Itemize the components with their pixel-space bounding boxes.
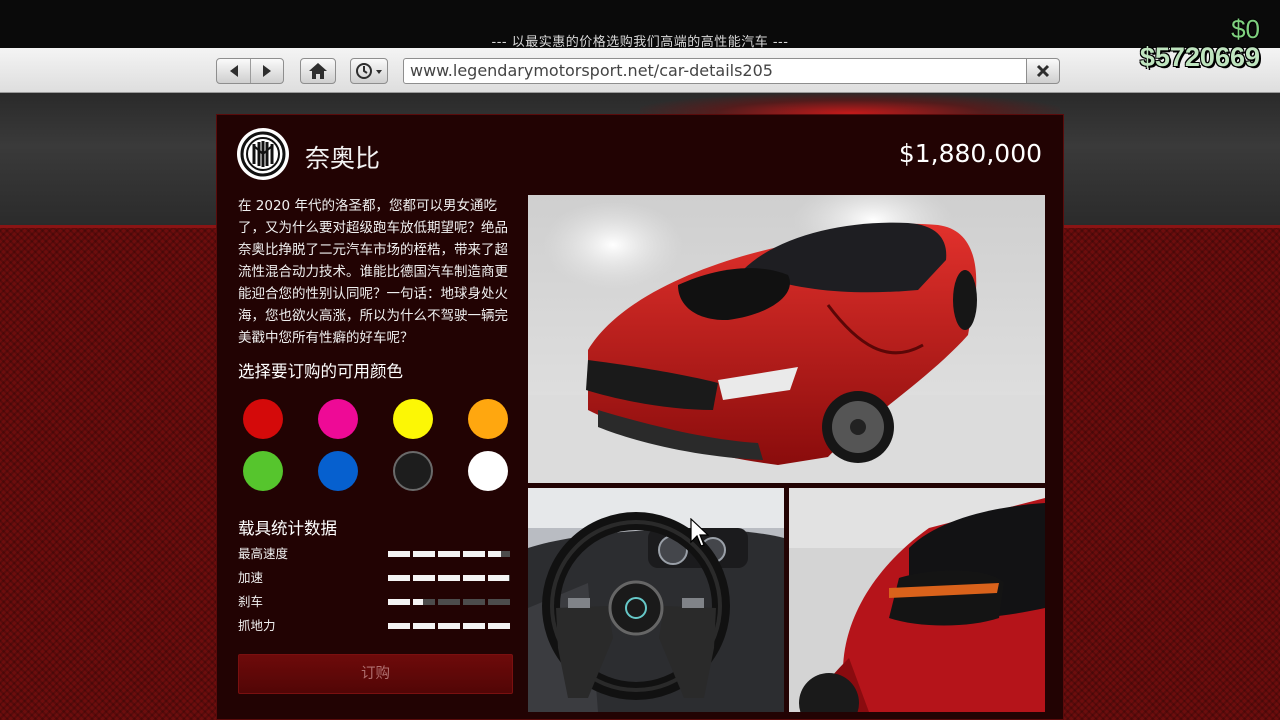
vehicle-photo-interior[interactable]	[528, 488, 784, 712]
browser-toolbar: www.legendarymotorsport.net/car-details2…	[0, 48, 1280, 93]
color-swatch-magenta[interactable]	[318, 399, 358, 439]
forward-arrow-icon	[263, 65, 271, 77]
home-icon	[309, 63, 327, 79]
url-input[interactable]: www.legendarymotorsport.net/car-details2…	[403, 58, 1027, 84]
color-swatch-yellow[interactable]	[393, 399, 433, 439]
color-swatch-black[interactable]	[393, 451, 433, 491]
manufacturer-logo	[237, 128, 289, 180]
stat-row: 刹车	[238, 593, 513, 611]
home-button[interactable]	[300, 58, 336, 84]
colors-heading: 选择要订购的可用颜色	[238, 362, 403, 381]
close-icon	[1036, 64, 1050, 78]
stat-row: 抓地力	[238, 617, 513, 635]
color-swatch-blue[interactable]	[318, 451, 358, 491]
stat-label: 最高速度	[238, 546, 289, 561]
order-button[interactable]: 订购	[238, 654, 513, 694]
vehicle-details-panel: 奈奥比 $1,880,000 在 2020 年代的洛圣都，您都可以男女通吃了，又…	[216, 114, 1064, 720]
back-arrow-icon	[229, 65, 238, 77]
stat-bar	[388, 575, 513, 581]
bank-amount: $5720669	[1139, 42, 1260, 72]
stat-row: 加速	[238, 569, 513, 587]
vehicle-description: 在 2020 年代的洛圣都，您都可以男女通吃了，又为什么要对超级跑车放低期望呢？…	[238, 198, 508, 346]
brand-emblem-icon	[240, 131, 286, 177]
stat-row: 最高速度	[238, 545, 513, 563]
stat-label: 刹车	[238, 594, 264, 609]
color-swatch-green[interactable]	[243, 451, 283, 491]
vehicle-price: $1,880,000	[898, 139, 1042, 168]
stat-bar	[388, 551, 513, 557]
vehicle-photo-main[interactable]	[528, 195, 1045, 483]
stat-label: 抓地力	[238, 618, 276, 633]
history-button[interactable]	[350, 58, 388, 84]
stats-heading: 载具统计数据	[238, 519, 337, 538]
clear-url-button[interactable]	[1026, 58, 1060, 84]
vehicle-name: 奈奥比	[305, 144, 381, 173]
browser-title-bar: --- 以最实惠的价格选购我们高端的高性能汽车 ---	[0, 0, 1280, 50]
vehicle-photo-detail[interactable]	[789, 488, 1045, 712]
history-clock-icon	[356, 63, 382, 79]
nav-buttons	[216, 58, 284, 84]
car-mirror-image	[789, 488, 1045, 712]
stat-bar	[388, 623, 513, 629]
color-swatch-red[interactable]	[243, 399, 283, 439]
color-swatch-white[interactable]	[468, 451, 508, 491]
cash-amount: $0	[1231, 14, 1260, 44]
color-swatch-orange[interactable]	[468, 399, 508, 439]
back-button[interactable]	[217, 59, 250, 83]
car-interior-image	[528, 488, 784, 712]
stat-label: 加速	[238, 570, 264, 585]
forward-button[interactable]	[250, 59, 283, 83]
car-exterior-image	[528, 195, 1045, 483]
mouse-cursor-icon	[690, 518, 710, 547]
stat-bar	[388, 599, 513, 605]
